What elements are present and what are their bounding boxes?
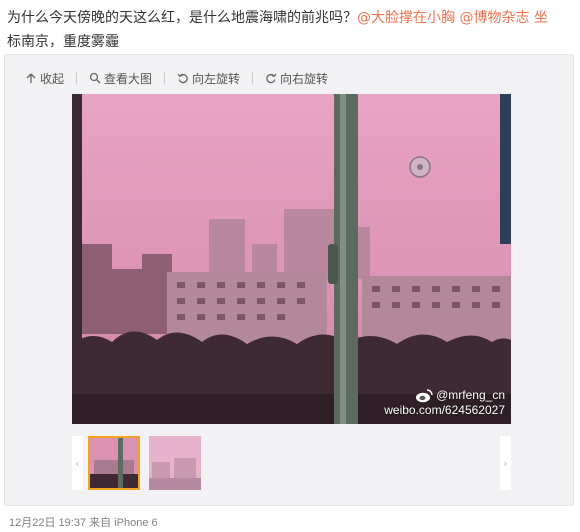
main-photo[interactable]: @mrfeng_cn weibo.com/624562027 xyxy=(72,94,511,424)
toolbar-divider xyxy=(164,72,166,84)
thumbnail-2-image xyxy=(149,436,201,490)
chevron-right-icon: › xyxy=(503,456,508,470)
thumbnail-strip: ‹ › xyxy=(72,436,511,490)
thumbnail-1[interactable] xyxy=(88,436,140,490)
watermark-handle: @mrfeng_cn xyxy=(436,388,505,402)
photo-illustration xyxy=(72,94,511,424)
mention-link-1[interactable]: @大脸撑在小胸 xyxy=(357,10,455,26)
media-expanded-box: 收起 查看大图 向左旋转 向右旋转 @mrfeng_cn weibo.com/6… xyxy=(4,54,574,506)
rotate-right-button[interactable]: 向右旋转 xyxy=(265,70,328,87)
arrow-up-icon xyxy=(26,73,36,83)
post-text: 为什么今天傍晚的天这么红，是什么地震海啸的前兆吗？@大脸撑在小胸 @博物杂志 坐… xyxy=(7,6,573,54)
rotate-left-icon xyxy=(177,73,188,84)
thumbnail-2[interactable] xyxy=(149,436,201,490)
rotate-left-button[interactable]: 向左旋转 xyxy=(177,70,240,87)
chevron-left-icon: ‹ xyxy=(75,456,80,470)
mention-link-2[interactable]: @博物杂志 xyxy=(459,10,529,26)
post-source: 来自 iPhone 6 xyxy=(89,517,158,529)
weibo-logo-icon xyxy=(416,389,433,403)
magnifier-icon xyxy=(89,72,101,84)
post-timestamp[interactable]: 12月22日 19:37 xyxy=(9,517,86,529)
prev-thumbnail-button[interactable]: ‹ xyxy=(72,436,83,490)
rotate-right-label: 向右旋转 xyxy=(280,71,329,86)
toolbar-divider xyxy=(76,72,78,84)
media-toolbar: 收起 查看大图 向左旋转 向右旋转 xyxy=(25,69,340,87)
collapse-button[interactable]: 收起 xyxy=(25,70,64,87)
post-text-tail-2: 标南京，重度雾霾 xyxy=(7,34,119,50)
thumbnail-1-image xyxy=(90,438,138,488)
toolbar-divider xyxy=(252,72,254,84)
next-thumbnail-button[interactable]: › xyxy=(500,436,511,490)
view-large-label: 查看大图 xyxy=(104,71,153,86)
post-text-main: 为什么今天傍晚的天这么红，是什么地震海啸的前兆吗？ xyxy=(7,10,357,26)
rotate-left-label: 向左旋转 xyxy=(192,71,241,86)
rotate-right-icon xyxy=(266,73,277,84)
watermark-url: weibo.com/624562027 xyxy=(384,403,505,417)
collapse-label: 收起 xyxy=(40,71,65,86)
post-meta: 12月22日 19:37 来自 iPhone 6 xyxy=(9,514,158,530)
photo-watermark: @mrfeng_cn weibo.com/624562027 xyxy=(384,388,505,418)
post-text-tail-1: 坐 xyxy=(533,10,548,26)
view-large-button[interactable]: 查看大图 xyxy=(89,70,152,87)
